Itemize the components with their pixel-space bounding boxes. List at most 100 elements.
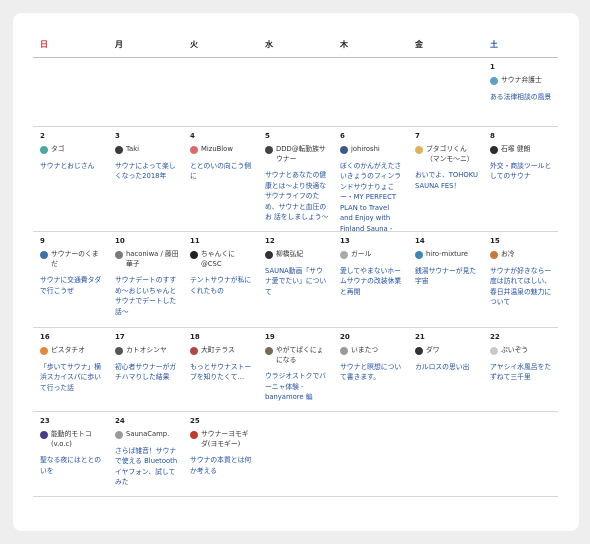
entry-author[interactable]: サウナ弁護士	[490, 76, 554, 86]
entry-title-link[interactable]: サウナと瞑想について書きます。	[340, 362, 404, 383]
entry-author[interactable]: いまたつ	[340, 346, 404, 356]
avatar-icon[interactable]	[115, 431, 123, 439]
entry-author[interactable]: 大町テラス	[190, 346, 254, 356]
avatar-icon[interactable]	[115, 347, 123, 355]
entry-title-link[interactable]: 初心者サウナーがガチハマりした結果	[115, 362, 179, 383]
entry-author[interactable]: ぷいぞう	[490, 346, 554, 356]
entry-author[interactable]: カトオシンヤ	[115, 346, 179, 356]
avatar-icon[interactable]	[415, 146, 423, 154]
entry-title-link[interactable]: ととのいの向こう側に	[190, 161, 254, 182]
entry-author[interactable]: やがてぱくにょになる	[265, 346, 329, 365]
author-name[interactable]: hiro-mixture	[426, 250, 468, 260]
entry-title-link[interactable]: 愛してやまないホームサウナの改装休業と再開	[340, 266, 404, 298]
entry-author[interactable]: MizuBlow	[190, 145, 254, 155]
author-name[interactable]: いまたつ	[351, 346, 378, 356]
entry-title-link[interactable]: 外交・商談ツールとしてのサウナ	[490, 161, 554, 182]
avatar-icon[interactable]	[415, 251, 423, 259]
avatar-icon[interactable]	[265, 251, 273, 259]
entry-author[interactable]: ガール	[340, 250, 404, 260]
author-name[interactable]: ダワ	[426, 346, 440, 356]
avatar-icon[interactable]	[190, 146, 198, 154]
author-name[interactable]: サウナ弁護士	[501, 76, 542, 86]
entry-title-link[interactable]: サウナとおじさん	[40, 161, 104, 172]
entry-author[interactable]: お冷	[490, 250, 554, 260]
entry-author[interactable]: タゴ	[40, 145, 104, 155]
entry-title-link[interactable]: もっとサウナストーブを知りたくて…	[190, 362, 254, 383]
avatar-icon[interactable]	[340, 251, 348, 259]
author-name[interactable]: お冷	[501, 250, 515, 260]
entry-title-link[interactable]: サウナとあなたの健康とは〜より快適なサウナライフのため、サウナと血圧のお 話をし…	[265, 170, 329, 223]
author-name[interactable]: ぷいぞう	[501, 346, 528, 356]
author-name[interactable]: 能動的モトコ(v.o.c)	[51, 430, 104, 449]
avatar-icon[interactable]	[265, 347, 273, 355]
author-name[interactable]: サウナーヨモギダ(ヨモギー)	[201, 430, 254, 449]
avatar-icon[interactable]	[340, 146, 348, 154]
entry-author[interactable]: 柳橋弘紀	[265, 250, 329, 260]
entry-author[interactable]: ブタゴリくん（マンモ〜ニ）	[415, 145, 479, 164]
entry-title-link[interactable]: ウラジオストクでバーニャ体験 - banyamore 編	[265, 371, 329, 403]
avatar-icon[interactable]	[190, 251, 198, 259]
avatar-icon[interactable]	[340, 347, 348, 355]
entry-author[interactable]: 石塚 健朗	[490, 145, 554, 155]
entry-title-link[interactable]: サウナの本質とは何か考える	[190, 455, 254, 476]
author-name[interactable]: サウナーのくまだ	[51, 250, 104, 269]
avatar-icon[interactable]	[190, 431, 198, 439]
author-name[interactable]: Taki	[126, 145, 139, 155]
author-name[interactable]: johiroshi	[351, 145, 380, 155]
entry-title-link[interactable]: おいでよ、TOHOKU SAUNA FES！	[415, 170, 479, 191]
entry-author[interactable]: ダワ	[415, 346, 479, 356]
entry-title-link[interactable]: SAUNA動画「サウナ愛でたい」について	[265, 266, 329, 298]
entry-title-link[interactable]: さらば雑音！サウナで使える Bluetoothイヤフォン、試してみた	[115, 446, 179, 488]
author-name[interactable]: ブタゴリくん（マンモ〜ニ）	[426, 145, 479, 164]
entry-author[interactable]: サウナーヨモギダ(ヨモギー)	[190, 430, 254, 449]
entry-title-link[interactable]: 聖なる夜にはととのいを	[40, 455, 104, 476]
author-name[interactable]: 石塚 健朗	[501, 145, 530, 155]
entry-author[interactable]: Taki	[115, 145, 179, 155]
entry-title-link[interactable]: サウナデートのすすめ〜おじいちゃんとサウナでデートした話〜	[115, 275, 179, 317]
author-name[interactable]: MizuBlow	[201, 145, 233, 155]
entry-title-link[interactable]: サウナによって楽しくなった2018年	[115, 161, 179, 182]
avatar-icon[interactable]	[265, 146, 273, 154]
avatar-icon[interactable]	[115, 146, 123, 154]
entry-author[interactable]: ピスタチオ	[40, 346, 104, 356]
entry-author[interactable]: hiro-mixture	[415, 250, 479, 260]
author-name[interactable]: haconiwa / 藤田 華子	[126, 250, 179, 269]
entry-title-link[interactable]: 銭湯サウナーが見た宇宙	[415, 266, 479, 287]
entry-title-link[interactable]: ある法律相談の風景	[490, 92, 554, 103]
entry-author[interactable]: SaunaCamp.	[115, 430, 179, 440]
entry-author[interactable]: ちゃんくに@CSC	[190, 250, 254, 269]
entry-title-link[interactable]: ぼくのかんがえたさいきょうのフィンランドサウナりょこー・MY PERFECT P…	[340, 161, 404, 232]
entry-author[interactable]: johiroshi	[340, 145, 404, 155]
author-name[interactable]: SaunaCamp.	[126, 430, 169, 440]
avatar-icon[interactable]	[40, 431, 48, 439]
author-name[interactable]: やがてぱくにょになる	[276, 346, 329, 365]
author-name[interactable]: 柳橋弘紀	[276, 250, 303, 260]
entry-title-link[interactable]: アヤシイ水風呂をたずねて三千里	[490, 362, 554, 383]
author-name[interactable]: DDD@転勤族サウナー	[276, 145, 329, 164]
author-name[interactable]: カトオシンヤ	[126, 346, 167, 356]
avatar-icon[interactable]	[490, 251, 498, 259]
entry-author[interactable]: 能動的モトコ(v.o.c)	[40, 430, 104, 449]
avatar-icon[interactable]	[40, 347, 48, 355]
entry-title-link[interactable]: 「歩いてサウナ」横浜スカイスパに歩いて行った話	[40, 362, 104, 394]
author-name[interactable]: ピスタチオ	[51, 346, 85, 356]
entry-author[interactable]: haconiwa / 藤田 華子	[115, 250, 179, 269]
avatar-icon[interactable]	[490, 146, 498, 154]
entry-author[interactable]: サウナーのくまだ	[40, 250, 104, 269]
avatar-icon[interactable]	[415, 347, 423, 355]
avatar-icon[interactable]	[190, 347, 198, 355]
entry-title-link[interactable]: サウナに交通費タダで行こうぜ	[40, 275, 104, 296]
author-name[interactable]: 大町テラス	[201, 346, 235, 356]
author-name[interactable]: タゴ	[51, 145, 65, 155]
entry-title-link[interactable]: カルロスの思い出	[415, 362, 479, 373]
entry-title-link[interactable]: サウナが好きなら一度は訪れてほしい、春日井温泉の魅力について	[490, 266, 554, 308]
author-name[interactable]: ガール	[351, 250, 371, 260]
avatar-icon[interactable]	[115, 251, 123, 259]
avatar-icon[interactable]	[490, 77, 498, 85]
entry-author[interactable]: DDD@転勤族サウナー	[265, 145, 329, 164]
avatar-icon[interactable]	[40, 146, 48, 154]
avatar-icon[interactable]	[490, 347, 498, 355]
avatar-icon[interactable]	[40, 251, 48, 259]
entry-title-link[interactable]: テントサウナが私にくれたもの	[190, 275, 254, 296]
author-name[interactable]: ちゃんくに@CSC	[201, 250, 254, 269]
